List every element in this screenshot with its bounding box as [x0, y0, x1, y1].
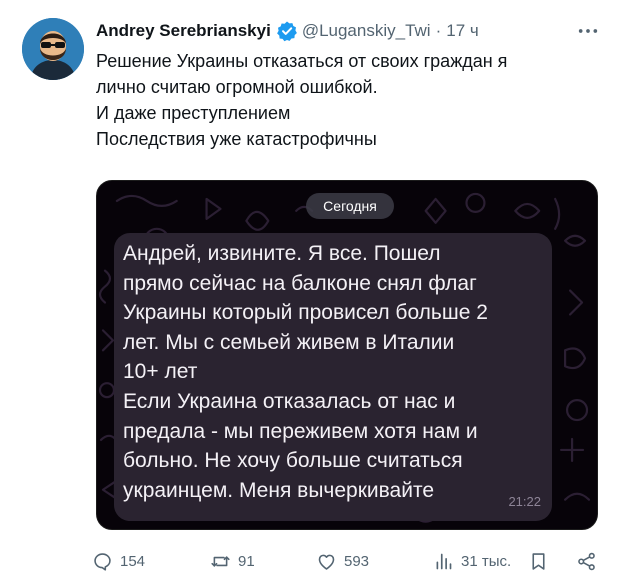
- author-handle[interactable]: @Luganskiy_Twi: [302, 21, 431, 41]
- like-count: 593: [344, 552, 370, 570]
- share-icon: [578, 552, 595, 570]
- chat-message-line: Украины который провисел больше 2: [123, 301, 488, 325]
- views-chart-icon: [436, 553, 452, 569]
- chat-message-text: Андрей, извините. Я все. Пошел прямо сей…: [123, 239, 549, 505]
- repost-count: 91: [238, 552, 255, 570]
- avatar[interactable]: [22, 18, 84, 80]
- bookmark-icon: [532, 552, 545, 570]
- chat-message-bubble: Андрей, извините. Я все. Пошел прямо сей…: [114, 233, 552, 521]
- repost-icon: [211, 555, 230, 567]
- chat-message-line: прямо сейчас на балконе снял флаг: [123, 271, 477, 295]
- chat-message-line: больно. Не хочу больше считаться: [123, 449, 463, 473]
- separator-dot: ·: [435, 21, 442, 40]
- tweet-text-line: лично считаю огромной ошибкой.: [96, 77, 378, 97]
- tweet-text-line: Решение Украины отказаться от своих граж…: [96, 51, 508, 71]
- tweet-text-line: Последствия уже катастрофичны: [96, 129, 377, 149]
- chat-message-line: 10+ лет: [123, 360, 198, 384]
- tweet-action-bar: 154 91 593 31 тыс.: [92, 548, 604, 574]
- reply-icon: [94, 552, 111, 571]
- chat-message-line: предала - мы переживем хотя нам и: [123, 419, 478, 443]
- chat-message-line: Если Украина отказалась от нас и: [123, 389, 456, 413]
- reply-button[interactable]: 154: [92, 548, 145, 574]
- chat-message-line: лет. Мы с семьей живем в Италии: [123, 330, 455, 354]
- reply-count: 154: [120, 552, 146, 570]
- views-button[interactable]: 31 тыс.: [433, 548, 511, 574]
- share-button[interactable]: [576, 548, 597, 574]
- tweet-header: Andrey Serebrianskyi @Luganskiy_Twi · 17…: [96, 18, 479, 44]
- chat-message-time: 21:22: [508, 494, 541, 509]
- tweet-card[interactable]: Andrey Serebrianskyi @Luganskiy_Twi · 17…: [0, 0, 620, 586]
- attached-screenshot[interactable]: Сегодня Андрей, извините. Я все. Пошел п…: [96, 180, 598, 530]
- repost-button[interactable]: 91: [210, 548, 255, 574]
- chat-message-line: украинцем. Меня вычеркивайте: [123, 478, 435, 502]
- heart-icon: [318, 554, 335, 570]
- like-button[interactable]: 593: [316, 548, 369, 574]
- chat-message-line: Андрей, извините. Я все. Пошел: [123, 242, 441, 265]
- author-name[interactable]: Andrey Serebrianskyi: [96, 21, 271, 41]
- tweet-timestamp[interactable]: 17 ч: [446, 21, 479, 41]
- bookmark-button[interactable]: [528, 548, 549, 574]
- avatar-image: [22, 18, 84, 80]
- more-dots-icon[interactable]: [572, 20, 604, 42]
- tweet-text: Решение Украины отказаться от своих граж…: [96, 48, 601, 152]
- verified-badge-icon: [276, 20, 298, 42]
- chat-date-pill: Сегодня: [306, 193, 394, 219]
- tweet-text-line: И даже преступлением: [96, 103, 291, 123]
- views-count: 31 тыс.: [461, 552, 512, 570]
